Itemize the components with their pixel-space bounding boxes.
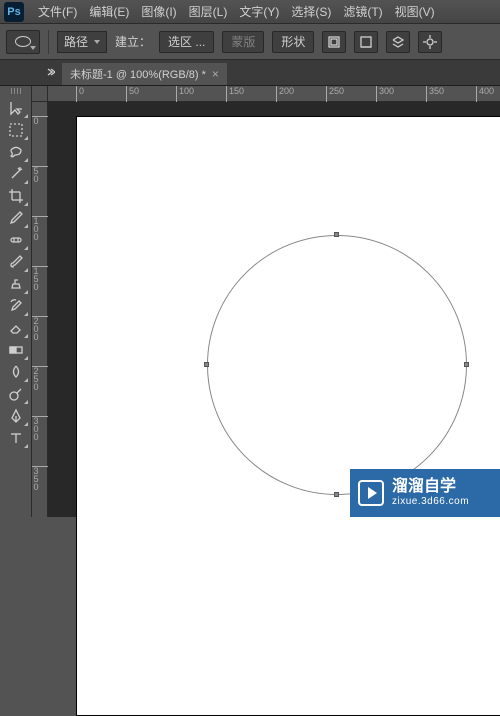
menu-edit[interactable]: 编辑(E) [83, 3, 135, 20]
ruler-tick: 300 [32, 416, 48, 441]
tool-mode-value: 路径 [64, 33, 88, 50]
layers-stack-icon [391, 35, 405, 49]
blur-tool[interactable] [3, 361, 29, 383]
ruler-origin[interactable] [32, 86, 48, 102]
ruler-tick: 0 [32, 116, 48, 125]
dodge-tool[interactable] [3, 383, 29, 405]
document-tab[interactable]: 未标题-1 @ 100%(RGB/8) * × [62, 63, 227, 85]
path-anchor-bottom[interactable] [334, 492, 339, 497]
gear-icon [423, 35, 437, 49]
magic-wand-tool[interactable] [3, 163, 29, 185]
ruler-tick: 0 [76, 86, 84, 102]
horizontal-ruler[interactable]: 0 50 100 150 200 250 300 350 400 [48, 86, 500, 102]
menu-bar: Ps 文件(F) 编辑(E) 图像(I) 图层(L) 文字(Y) 选择(S) 滤… [0, 0, 500, 24]
menu-file[interactable]: 文件(F) [32, 3, 83, 20]
options-bar: 路径 建立： 选区 ... 蒙版 形状 [0, 24, 500, 60]
current-tool-preset[interactable] [6, 30, 40, 54]
clone-stamp-tool[interactable] [3, 273, 29, 295]
build-label: 建立： [115, 33, 151, 50]
ruler-tick: 200 [276, 86, 294, 102]
document-tab-title: 未标题-1 @ 100%(RGB/8) * [70, 66, 206, 82]
align-center-icon [359, 35, 373, 49]
lasso-tool[interactable] [3, 141, 29, 163]
menu-type[interactable]: 文字(Y) [233, 3, 285, 20]
watermark-badge: 溜溜自学 zixue.3d66.com [350, 469, 500, 517]
ruler-tick: 350 [426, 86, 444, 102]
align-left-icon [327, 35, 341, 49]
expand-handle-icon[interactable] [46, 63, 56, 81]
path-stack-button[interactable] [386, 31, 410, 53]
panel-grip-icon[interactable] [5, 88, 27, 94]
menu-filter[interactable]: 滤镜(T) [337, 3, 388, 20]
play-icon [358, 480, 384, 506]
type-tool[interactable] [3, 427, 29, 449]
ruler-tick: 150 [32, 266, 48, 291]
path-arrange-button[interactable] [354, 31, 378, 53]
make-shape-button[interactable]: 形状 [272, 31, 314, 53]
ellipse-path[interactable] [207, 235, 467, 495]
ruler-tick: 50 [126, 86, 139, 102]
ruler-tick: 250 [326, 86, 344, 102]
watermark-title: 溜溜自学 [392, 478, 469, 496]
ruler-tick: 200 [32, 316, 48, 341]
watermark-subtitle: zixue.3d66.com [392, 496, 469, 508]
crop-tool[interactable] [3, 185, 29, 207]
ellipse-icon [15, 36, 31, 47]
path-anchor-top[interactable] [334, 232, 339, 237]
pen-tool[interactable] [3, 405, 29, 427]
marquee-tool[interactable] [3, 119, 29, 141]
app-logo: Ps [4, 2, 24, 22]
vertical-ruler[interactable]: 0 50 100 150 200 250 300 350 [32, 102, 48, 517]
eyedropper-tool[interactable] [3, 207, 29, 229]
workspace: 0 50 100 150 200 250 300 350 400 0 50 10… [0, 86, 500, 517]
path-anchor-right[interactable] [464, 362, 469, 367]
ruler-tick: 400 [476, 86, 494, 102]
tools-panel [0, 86, 32, 517]
separator [48, 30, 49, 54]
chevron-down-icon [94, 40, 100, 44]
path-anchor-left[interactable] [204, 362, 209, 367]
brush-tool[interactable] [3, 251, 29, 273]
menu-view[interactable]: 视图(V) [389, 3, 441, 20]
make-selection-button[interactable]: 选区 ... [159, 31, 214, 53]
menu-select[interactable]: 选择(S) [285, 3, 337, 20]
move-tool[interactable] [3, 97, 29, 119]
chevron-down-icon [30, 46, 36, 50]
ruler-tick: 100 [32, 216, 48, 241]
ruler-tick: 350 [32, 466, 48, 491]
ruler-tick: 50 [32, 166, 48, 183]
history-brush-tool[interactable] [3, 295, 29, 317]
ruler-tick: 250 [32, 366, 48, 391]
healing-brush-tool[interactable] [3, 229, 29, 251]
canvas-area[interactable]: 0 50 100 150 200 250 300 350 400 0 50 10… [32, 86, 500, 517]
ruler-tick: 150 [226, 86, 244, 102]
path-align-button[interactable] [322, 31, 346, 53]
gradient-tool[interactable] [3, 339, 29, 361]
eraser-tool[interactable] [3, 317, 29, 339]
ruler-tick: 300 [376, 86, 394, 102]
ruler-tick: 100 [176, 86, 194, 102]
make-mask-button[interactable]: 蒙版 [222, 31, 264, 53]
menu-image[interactable]: 图像(I) [135, 3, 182, 20]
path-options-button[interactable] [418, 31, 442, 53]
document-tab-bar: 未标题-1 @ 100%(RGB/8) * × [0, 60, 500, 86]
document-canvas[interactable] [76, 116, 500, 716]
menu-layer[interactable]: 图层(L) [183, 3, 234, 20]
close-icon[interactable]: × [212, 67, 219, 81]
tool-mode-select[interactable]: 路径 [57, 31, 107, 53]
